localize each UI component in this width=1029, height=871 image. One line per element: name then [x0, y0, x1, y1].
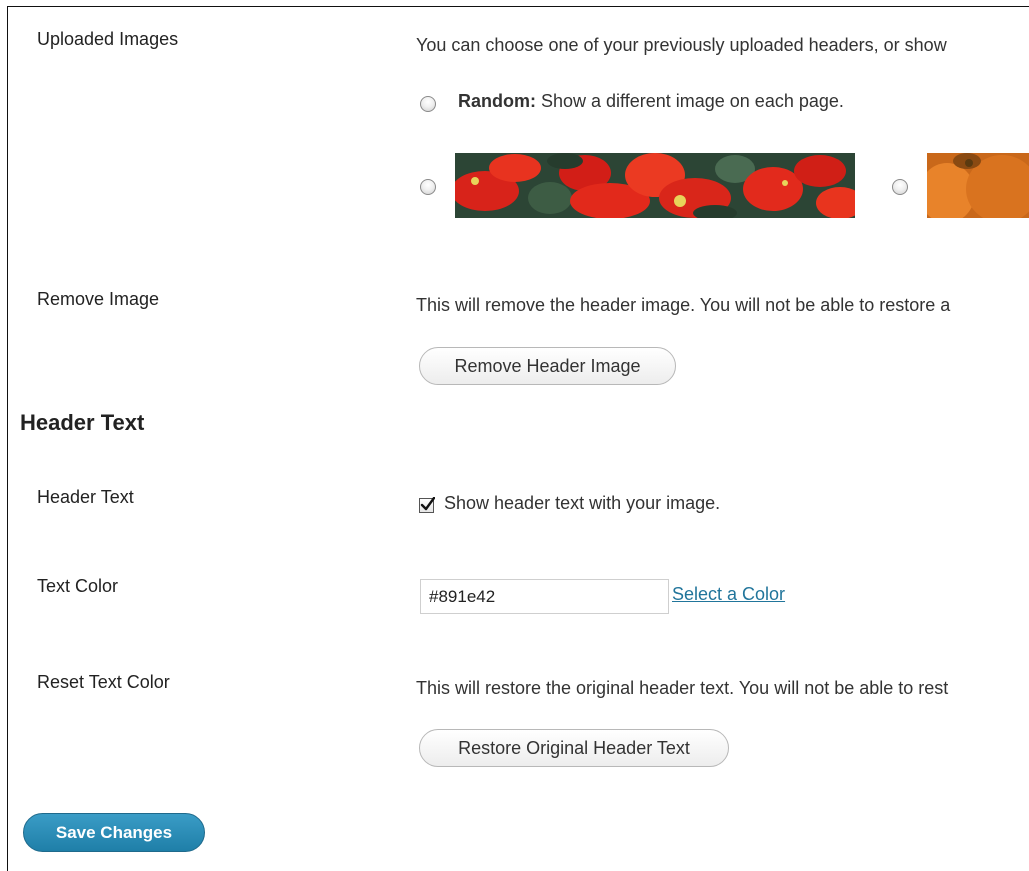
text-color-input[interactable]	[420, 579, 669, 614]
save-changes-button[interactable]: Save Changes	[23, 813, 205, 852]
checkmark-icon	[420, 497, 435, 511]
settings-panel: Uploaded Images You can choose one of yo…	[7, 6, 1029, 871]
text-color-label: Text Color	[37, 576, 119, 596]
pumpkin-header-thumbnail[interactable]	[927, 153, 1029, 218]
poinsettia-header-radio[interactable]	[420, 179, 436, 195]
show-header-text-label: Show header text with your image.	[444, 493, 721, 513]
uploaded-images-label: Uploaded Images	[37, 29, 179, 49]
random-option-label: Random: Show a different image on each p…	[458, 91, 844, 112]
random-option-text: Show a different image on each page.	[536, 91, 844, 111]
pumpkin-image	[927, 153, 1029, 218]
show-header-text-checkbox[interactable]	[419, 497, 435, 513]
header-text-heading: Header Text	[20, 410, 145, 435]
restore-original-header-text-button[interactable]: Restore Original Header Text	[419, 729, 729, 767]
random-radio[interactable]	[420, 96, 436, 112]
remove-image-description: This will remove the header image. You w…	[416, 295, 951, 315]
poinsettia-header-thumbnail[interactable]	[455, 153, 855, 218]
header-text-label: Header Text	[37, 487, 134, 507]
uploaded-images-description: You can choose one of your previously up…	[416, 35, 947, 55]
remove-image-label: Remove Image	[37, 289, 160, 309]
pumpkin-header-radio[interactable]	[892, 179, 908, 195]
reset-text-color-description: This will restore the original header te…	[416, 678, 949, 698]
poinsettia-image	[455, 153, 855, 218]
remove-header-image-button[interactable]: Remove Header Image	[419, 347, 676, 385]
reset-text-color-label: Reset Text Color	[37, 672, 170, 692]
select-color-link[interactable]: Select a Color	[672, 584, 785, 605]
random-option-bold: Random:	[458, 91, 536, 111]
